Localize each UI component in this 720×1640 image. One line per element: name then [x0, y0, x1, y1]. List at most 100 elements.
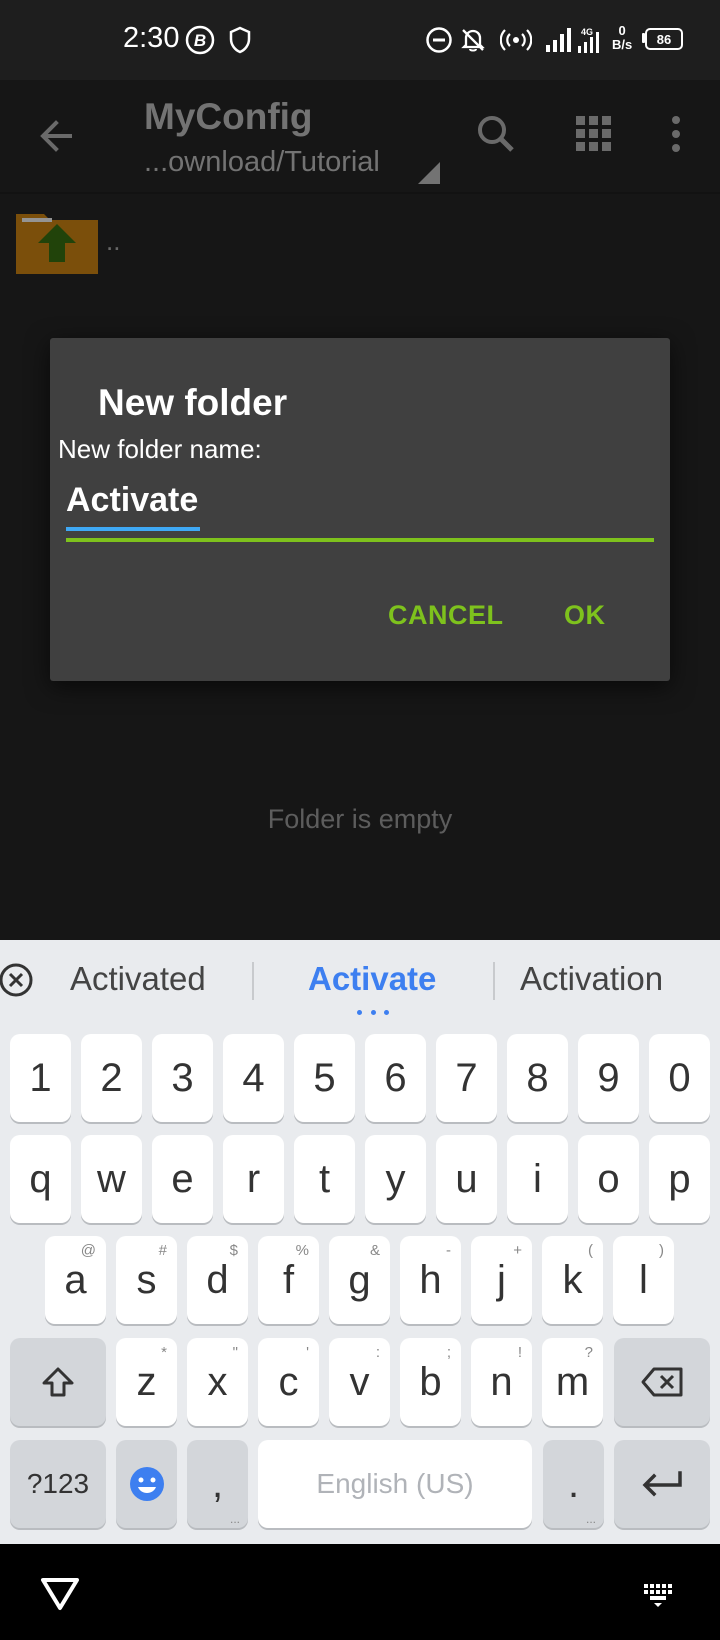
key-j[interactable]: j +: [471, 1236, 532, 1324]
battery-level: 86: [656, 31, 672, 47]
key-label: d: [206, 1257, 229, 1302]
key-label: x: [207, 1359, 228, 1404]
bell-off-icon: [458, 24, 488, 56]
net-speed-unit: B/s: [612, 37, 633, 52]
close-suggestions-icon[interactable]: [0, 962, 36, 998]
key-3[interactable]: 3: [152, 1034, 213, 1122]
symbols-key[interactable]: ?123: [10, 1440, 106, 1528]
net-speed-value: 0: [618, 23, 626, 38]
key-label: 4: [242, 1055, 265, 1100]
key-f[interactable]: f%: [258, 1236, 319, 1324]
space-key[interactable]: English (US): [258, 1440, 532, 1528]
key-r[interactable]: r: [223, 1135, 284, 1223]
cancel-button[interactable]: CANCEL: [388, 600, 504, 631]
key-label: English (US): [316, 1468, 474, 1499]
key-label: v: [349, 1359, 370, 1404]
dialog-label: New folder name:: [58, 434, 262, 464]
key-u[interactable]: u: [436, 1135, 497, 1223]
key-2[interactable]: 2: [81, 1034, 142, 1122]
key-9[interactable]: 9: [578, 1034, 639, 1122]
hotspot-icon: [500, 24, 532, 56]
ok-button[interactable]: OK: [564, 600, 606, 631]
network-type-text: 4G: [581, 27, 593, 37]
key-q[interactable]: q: [10, 1135, 71, 1223]
key-s[interactable]: s #: [116, 1236, 177, 1324]
key-hint: $: [229, 1242, 238, 1259]
input-underline: [66, 538, 654, 542]
key-label: f: [282, 1257, 295, 1302]
key-7[interactable]: 7: [436, 1034, 497, 1122]
key-more-dots: ...: [585, 1512, 596, 1526]
key-4[interactable]: 4: [223, 1034, 284, 1122]
key-n[interactable]: n!: [471, 1338, 532, 1426]
key-label: ?123: [26, 1468, 90, 1499]
dialog-title: New folder: [98, 382, 288, 423]
key-label: w: [97, 1156, 126, 1201]
net-speed: 0 B/s: [612, 24, 632, 52]
key-label: 1: [29, 1055, 52, 1100]
key-h[interactable]: h-: [400, 1236, 461, 1324]
key-hint: *: [161, 1344, 167, 1361]
key-8[interactable]: 8: [507, 1034, 568, 1122]
key-6[interactable]: 6: [365, 1034, 426, 1122]
status-bar: 2:30 B 4G 0 B/s 86: [0, 0, 720, 80]
key-m[interactable]: m?: [542, 1338, 603, 1426]
suggestion-more-dots[interactable]: [357, 1010, 389, 1016]
key-l[interactable]: l): [613, 1236, 674, 1324]
soft-keyboard: Activated Activate Activation 1 2 3 4 5 6 7 8 9 0…: [0, 940, 720, 1544]
shift-icon: [42, 1367, 74, 1397]
enter-key[interactable]: [614, 1440, 710, 1528]
key-b[interactable]: b;: [400, 1338, 461, 1426]
key-0[interactable]: 0: [649, 1034, 710, 1122]
key-label: 5: [313, 1055, 336, 1100]
suggestion-item[interactable]: Activated: [70, 960, 206, 998]
key-d[interactable]: d $: [187, 1236, 248, 1324]
key-label: o: [597, 1156, 620, 1201]
key-hint: ;: [446, 1344, 451, 1361]
key-label: s: [136, 1257, 157, 1302]
svg-text:B: B: [194, 31, 206, 50]
key-label: k: [562, 1257, 583, 1302]
key-hint: ): [659, 1242, 664, 1259]
do-not-disturb-icon: [424, 24, 454, 56]
suggestion-item[interactable]: Activation: [520, 960, 663, 998]
key-z[interactable]: z *: [116, 1338, 177, 1426]
key-e[interactable]: e: [152, 1135, 213, 1223]
key-label: a: [64, 1257, 87, 1302]
key-v[interactable]: v:: [329, 1338, 390, 1426]
key-5[interactable]: 5: [294, 1034, 355, 1122]
comma-key[interactable]: ,...: [187, 1440, 248, 1528]
new-folder-dialog: New folder New folder name: CANCEL OK: [50, 338, 670, 681]
key-a[interactable]: a @: [45, 1236, 106, 1324]
key-hint: %: [295, 1242, 309, 1259]
period-key[interactable]: ....: [543, 1440, 604, 1528]
suggestion-item-selected[interactable]: Activate: [308, 960, 436, 998]
key-t[interactable]: t: [294, 1135, 355, 1223]
key-label: z: [136, 1359, 157, 1404]
key-i[interactable]: i: [507, 1135, 568, 1223]
key-o[interactable]: o: [578, 1135, 639, 1223]
key-hint: :: [375, 1344, 380, 1361]
key-y[interactable]: y: [365, 1135, 426, 1223]
key-c[interactable]: c ': [258, 1338, 319, 1426]
key-x[interactable]: x ": [187, 1338, 248, 1426]
key-p[interactable]: p: [649, 1135, 710, 1223]
key-label: g: [348, 1257, 371, 1302]
folder-name-input[interactable]: [66, 478, 654, 522]
key-hint: ": [232, 1344, 238, 1361]
key-label: h: [419, 1257, 442, 1302]
key-hint: ?: [584, 1344, 593, 1361]
backspace-key[interactable]: [614, 1338, 710, 1426]
emoji-key[interactable]: [116, 1440, 177, 1528]
key-1[interactable]: 1: [10, 1034, 71, 1122]
enter-icon: [642, 1471, 682, 1497]
back-nav-icon[interactable]: [38, 1574, 82, 1614]
key-w[interactable]: w: [81, 1135, 142, 1223]
key-label: i: [533, 1156, 542, 1201]
key-label: 8: [526, 1055, 549, 1100]
key-k[interactable]: k(: [542, 1236, 603, 1324]
shift-key[interactable]: [10, 1338, 106, 1426]
keyboard-hide-icon[interactable]: [640, 1580, 680, 1610]
key-g[interactable]: g &: [329, 1236, 390, 1324]
key-label: q: [29, 1156, 52, 1201]
